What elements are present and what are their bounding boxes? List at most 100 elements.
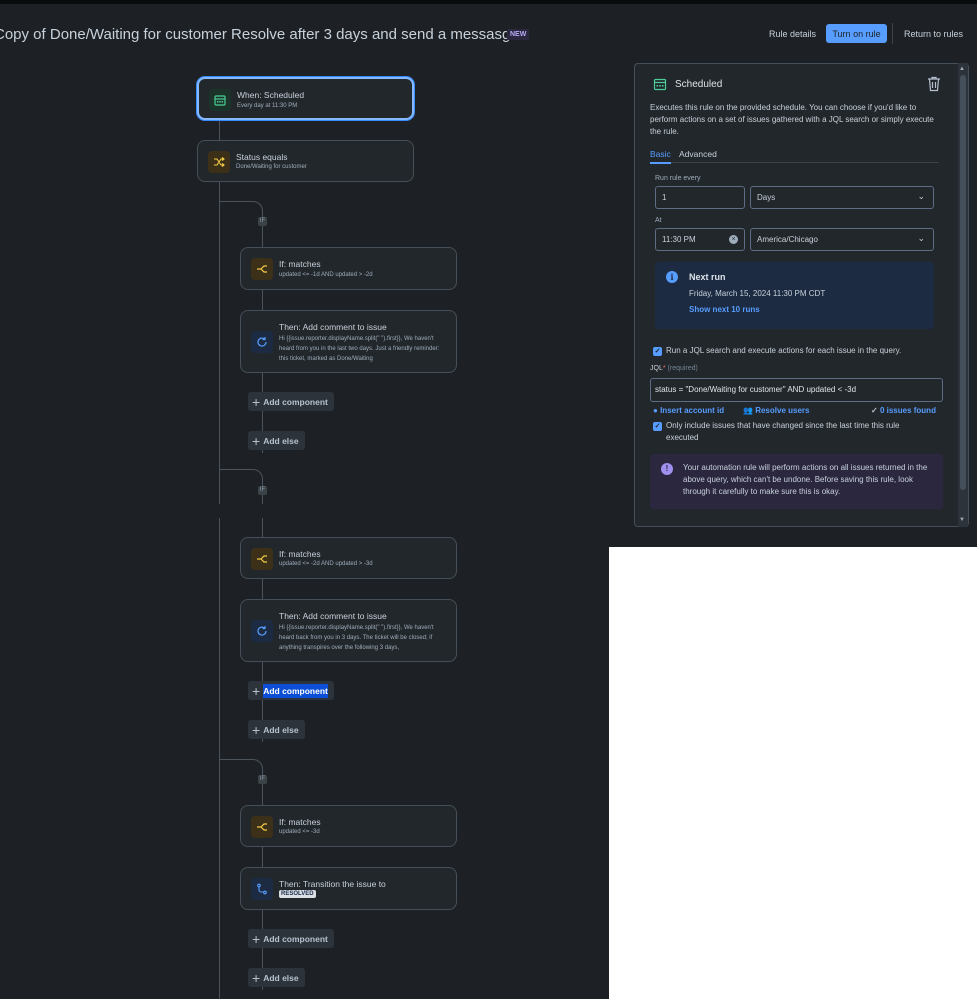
status-lozenge: RESOLVED [279,890,316,898]
required-hint: (required) [667,365,698,372]
run-every-label: Run rule every [655,175,701,182]
shuffle-icon [208,151,230,173]
action-body: Hi {{issue.reporter.displayName.split(" … [279,625,434,651]
panel-description: Executes this rule on the provided sched… [650,103,934,136]
transition-icon [251,878,273,900]
user-icon: ● [653,406,658,415]
trigger-title: When: Scheduled [237,90,305,100]
calendar-icon [653,77,667,91]
action-title: Then: Add comment to issue [279,611,387,621]
insert-account-id-link[interactable]: ● Insert account id [653,406,724,415]
add-component-label: Add component [263,396,328,407]
timezone-select[interactable]: America/Chicago ⌄ [750,228,934,251]
add-else-button[interactable]: + Add else [248,968,305,987]
if-marker[interactable]: IF [258,486,267,495]
branch-connector [219,201,263,221]
if-condition-card[interactable]: If: matches updated <= -3d [240,805,457,847]
turn-on-rule-button[interactable]: Turn on rule [826,24,887,43]
branch-icon [251,816,273,838]
scrollbar-thumb[interactable] [960,75,966,490]
add-else-button[interactable]: + Add else [248,431,305,450]
clear-icon[interactable]: × [729,235,738,244]
action-body: Hi {{issue.reporter.displayName.split(" … [279,336,440,362]
jql-checkbox-label: Run a JQL search and execute actions for… [666,346,902,355]
add-else-label: Add else [263,724,299,735]
if-condition-card[interactable]: If: matches updated <= -2d AND updated >… [240,537,457,579]
add-component-button[interactable]: + Add component [248,392,334,411]
if-subtitle: updated <= -3d [279,829,320,835]
warning-section: ! Your automation rule will perform acti… [650,454,943,509]
action-card[interactable]: Then: Add comment to issue Hi {{issue.re… [240,310,457,373]
action-title: Then: Transition the issue to [279,879,386,889]
jql-checkbox[interactable]: ✓ [653,347,662,356]
jql-label: JQL [650,365,663,372]
new-badge: NEW [507,29,530,40]
check-icon: ✓ [871,406,878,415]
connector-line [219,182,220,504]
refresh-icon [251,620,273,642]
resolve-users-label: Resolve users [755,406,810,415]
add-component-label: Add component [263,683,328,698]
info-icon: i [666,271,678,283]
if-subtitle: updated <= -1d AND updated > -2d [279,272,373,278]
action-title: Then: Add comment to issue [279,322,387,332]
warning-icon: ! [661,463,673,475]
add-else-button[interactable]: + Add else [248,720,305,739]
users-icon: 👥 [743,406,753,415]
branch-connector [219,759,263,779]
action-card[interactable]: Then: Add comment to issue Hi {{issue.re… [240,599,457,662]
warning-text: Your automation rule will perform action… [683,463,928,496]
rule-title[interactable]: Copy of Done/Waiting for customer Resolv… [0,26,519,43]
scroll-down-arrow[interactable]: ▼ [959,517,965,523]
plus-icon: + [252,721,261,738]
chevron-down-icon: ⌄ [917,233,925,243]
chevron-down-icon: ⌄ [917,191,925,201]
if-title: If: matches [279,259,321,269]
show-next-runs-link[interactable]: Show next 10 runs [689,305,760,314]
add-component-button[interactable]: + Add component [248,681,334,700]
timezone-value: America/Chicago [757,235,818,244]
tab-basic[interactable]: Basic [650,149,671,164]
plus-icon: + [252,432,261,449]
if-marker[interactable]: IF [258,217,267,226]
issues-found-link[interactable]: ✓ 0 issues found [871,406,936,415]
scroll-up-arrow[interactable]: ▲ [959,66,965,72]
run-every-value: 1 [662,193,667,202]
run-every-input[interactable]: 1 [655,186,745,209]
branch-icon [251,548,273,570]
unit-select[interactable]: Days ⌄ [750,186,934,209]
time-value: 11:30 PM [662,235,696,244]
plus-icon: + [252,930,261,947]
add-component-button[interactable]: + Add component [248,929,334,948]
plus-icon: + [252,682,261,699]
connector-line [262,290,263,310]
condition-card[interactable]: Status equals Done/Waiting for customer [197,140,414,182]
next-run-title: Next run [689,272,726,282]
plus-icon: + [252,969,261,986]
rule-details-button[interactable]: Rule details [763,24,822,43]
branch-icon [251,258,273,280]
tab-advanced[interactable]: Advanced [679,149,717,159]
condition-title: Status equals [236,152,288,162]
required-marker: * [662,365,666,372]
trash-icon[interactable] [927,76,941,92]
condition-subtitle: Done/Waiting for customer [236,164,307,170]
only-changed-checkbox[interactable]: ✓ [653,422,662,431]
action-card[interactable]: Then: Transition the issue to RESOLVED [240,867,457,910]
add-else-label: Add else [263,972,299,983]
connector-line [262,579,263,599]
panel-tabs: Basic Advanced [650,148,939,164]
trigger-subtitle: Every day at 11:30 PM [237,103,298,109]
if-marker[interactable]: IF [258,775,267,784]
resolve-users-link[interactable]: 👥 Resolve users [743,406,809,415]
calendar-icon [209,89,231,111]
refresh-icon [251,331,273,353]
if-title: If: matches [279,549,321,559]
trigger-card[interactable]: When: Scheduled Every day at 11:30 PM [197,77,414,120]
return-to-rules-button[interactable]: Return to rules [898,24,969,43]
time-input[interactable]: 11:30 PM × [655,228,745,251]
if-condition-card[interactable]: If: matches updated <= -1d AND updated >… [240,247,457,290]
plus-icon: + [252,393,261,410]
only-changed-label: Only include issues that have changed si… [666,421,900,442]
jql-input[interactable]: status = "Done/Waiting for customer" AND… [650,378,943,402]
